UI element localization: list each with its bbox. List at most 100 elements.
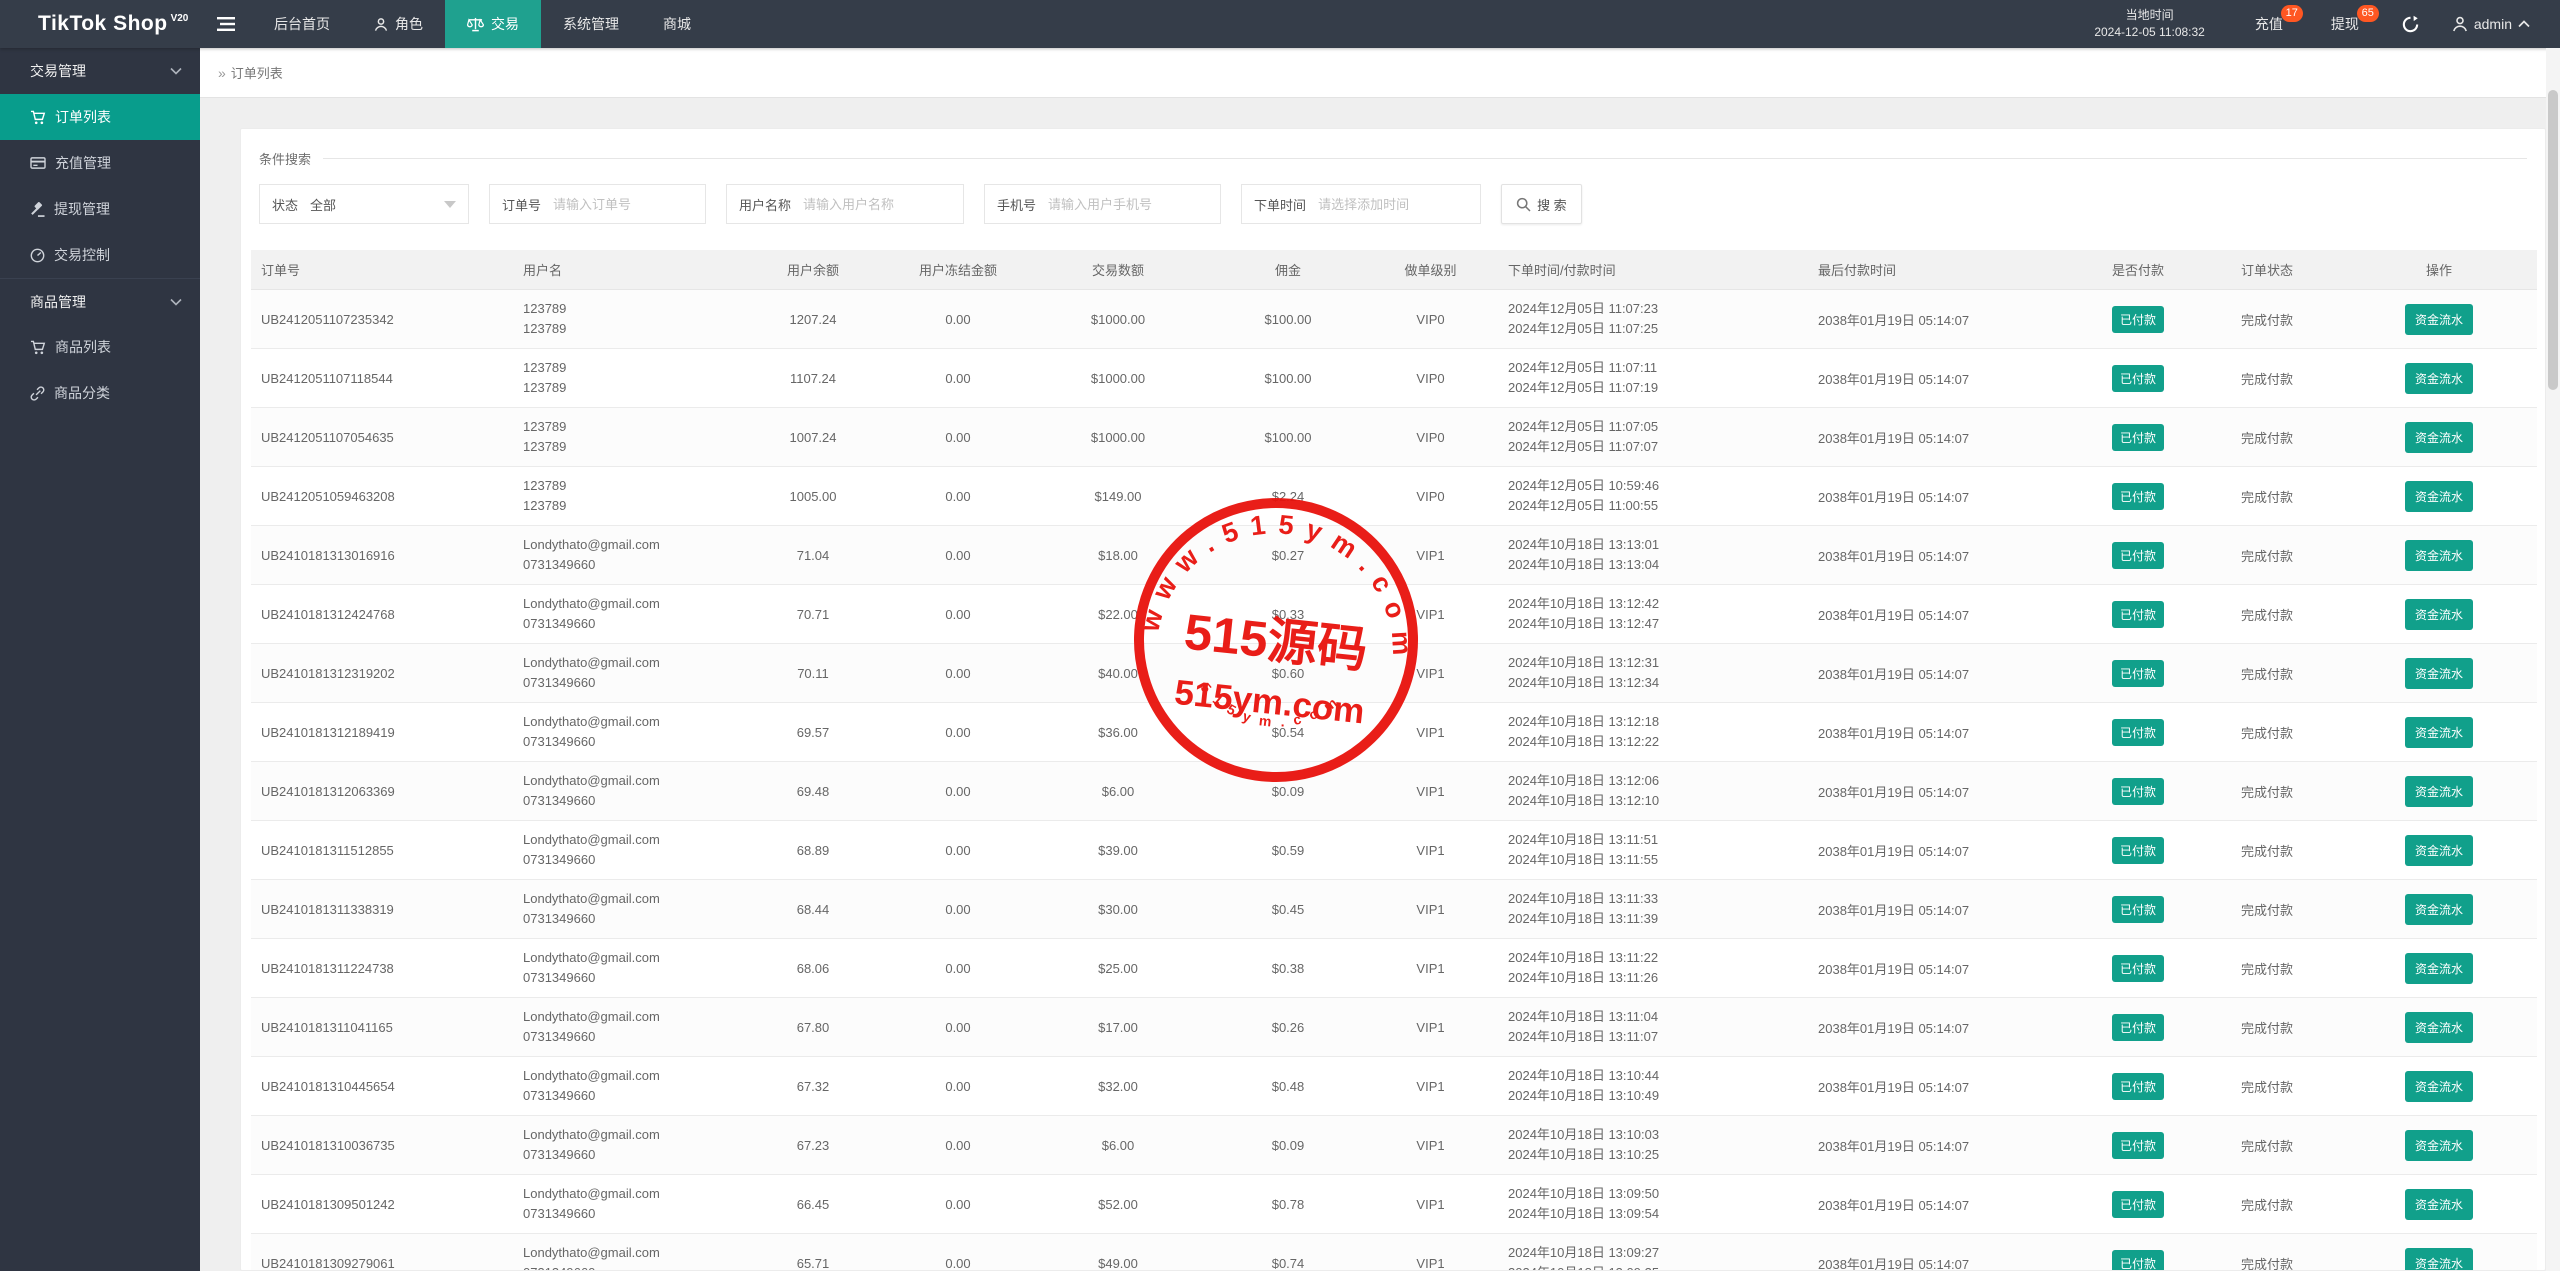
top-nav-item-5[interactable]: 商城 <box>641 0 713 48</box>
fund-flow-button[interactable]: 资金流水 <box>2404 539 2473 571</box>
cart-icon <box>30 110 46 125</box>
cell-commission: $0.27 <box>1213 525 1363 585</box>
cell-order-no: UB2410181311224738 <box>251 938 513 998</box>
cell-user-name: Londythato@gmail.com 0731349660 <box>513 997 733 1057</box>
user-name-line1: Londythato@gmail.com <box>523 1186 660 1201</box>
fund-flow-button[interactable]: 资金流水 <box>2404 1129 2473 1161</box>
chevron-down-icon <box>444 200 456 208</box>
table-row: UB2410181312189419 Londythato@gmail.com 07… <box>251 702 2537 762</box>
user-name-line2: 0731349660 <box>523 852 596 867</box>
vertical-scrollbar[interactable] <box>2546 48 2560 1271</box>
pay-time: 2024年10月18日 13:09:35 <box>1508 1263 1798 1270</box>
top-nav-item-1[interactable]: 后台首页 <box>252 0 352 48</box>
cell-commission: $0.60 <box>1213 643 1363 703</box>
cell-balance: 67.32 <box>733 1056 893 1116</box>
cell-order-no: UB2410181312189419 <box>251 702 513 762</box>
user-menu[interactable]: admin <box>2438 0 2560 48</box>
cell-last-pay-time: 2038年01月19日 05:14:07 <box>1808 1233 2083 1270</box>
recharge-button[interactable]: 充值 17 <box>2231 0 2307 48</box>
sidebar-item-商品分类[interactable]: 商品分类 <box>0 370 200 416</box>
search-section-legend: 条件搜索 <box>251 149 2535 168</box>
fund-flow-button[interactable]: 资金流水 <box>2404 834 2473 866</box>
pay-time: 2024年10月18日 13:10:25 <box>1508 1147 1660 1162</box>
cell-trade-amount: $22.00 <box>1023 584 1213 644</box>
status-label: 状态 <box>272 197 299 213</box>
cell-action: 资金流水 <box>2341 1115 2537 1175</box>
sidebar-item-label: 提现管理 <box>54 201 110 217</box>
fund-flow-button[interactable]: 资金流水 <box>2404 303 2473 335</box>
cell-vip-level: VIP0 <box>1363 466 1498 526</box>
header-row: 订单号 用户名 用户余额 用户冻结金额 交易数额 佣金 做单级别 下单时间/付款时间 最后付款时… <box>251 250 2537 290</box>
cell-vip-level: VIP1 <box>1363 643 1498 703</box>
sidebar-item-订单列表[interactable]: 订单列表 <box>0 94 200 140</box>
sidebar-group-2[interactable]: 商品管理 <box>0 278 200 324</box>
cell-frozen-amount: 0.00 <box>893 525 1023 585</box>
cell-balance: 70.11 <box>733 643 893 703</box>
user-name-line2: 0731349660 <box>523 616 596 631</box>
user-name-line1: Londythato@gmail.com <box>523 832 660 847</box>
user-name-line1: 123789 <box>523 478 567 493</box>
top-nav-item-2[interactable]: 角色 <box>352 0 445 48</box>
cell-paid-status: 已付款 <box>2083 702 2193 762</box>
cell-frozen-amount: 0.00 <box>893 1056 1023 1116</box>
fund-flow-button[interactable]: 资金流水 <box>2404 1247 2473 1270</box>
sidebar-item-商品列表[interactable]: 商品列表 <box>0 324 200 370</box>
cell-commission: $2.24 <box>1213 466 1363 526</box>
withdraw-button[interactable]: 提现 65 <box>2307 0 2383 48</box>
fund-flow-button[interactable]: 资金流水 <box>2404 893 2473 925</box>
user-name-line1: 123789 <box>523 419 567 434</box>
search-button[interactable]: 搜 索 <box>1501 184 1582 224</box>
fund-flow-button[interactable]: 资金流水 <box>2404 1188 2473 1220</box>
cell-action: 资金流水 <box>2341 407 2537 467</box>
user-name-line1: Londythato@gmail.com <box>523 891 660 906</box>
fund-flow-button[interactable]: 资金流水 <box>2404 716 2473 748</box>
user-name-input[interactable] <box>803 196 952 212</box>
fund-flow-button[interactable]: 资金流水 <box>2404 480 2473 512</box>
user-icon <box>2452 16 2467 32</box>
fund-flow-button[interactable]: 资金流水 <box>2404 657 2473 689</box>
cell-order-no: UB2410181309279061 <box>251 1233 513 1270</box>
cell-last-pay-time: 2038年01月19日 05:14:07 <box>1808 1115 2083 1175</box>
sidebar-item-交易控制[interactable]: 交易控制 <box>0 232 200 278</box>
fund-flow-button[interactable]: 资金流水 <box>2404 598 2473 630</box>
order-time-input[interactable] <box>1318 196 1469 212</box>
sidebar-group-1[interactable]: 交易管理 <box>0 48 200 94</box>
sidebar-item-提现管理[interactable]: 提现管理 <box>0 186 200 232</box>
order-time: 2024年10月18日 13:13:01 <box>1508 537 1660 552</box>
local-time-value: 2024-12-05 11:08:32 <box>2094 25 2205 39</box>
fund-flow-button[interactable]: 资金流水 <box>2404 362 2473 394</box>
sidebar-item-充值管理[interactable]: 充值管理 <box>0 140 200 186</box>
top-nav-item-3[interactable]: 交易 <box>445 0 541 48</box>
sidebar-item-label: 商品分类 <box>54 385 110 401</box>
phone-filter: 手机号 <box>984 184 1222 224</box>
column-header-5: 交易数额 <box>1023 250 1213 290</box>
hamburger-menu-button[interactable] <box>200 0 252 48</box>
app-logo-version: V20 <box>170 12 189 24</box>
fund-flow-button[interactable]: 资金流水 <box>2404 1070 2473 1102</box>
fund-flow-button[interactable]: 资金流水 <box>2404 1011 2473 1043</box>
top-nav-item-4[interactable]: 系统管理 <box>541 0 641 48</box>
order-no-input[interactable] <box>553 196 694 212</box>
cell-user-name: Londythato@gmail.com 0731349660 <box>513 1115 733 1175</box>
fund-flow-button[interactable]: 资金流水 <box>2404 952 2473 984</box>
user-name-line2: 0731349660 <box>523 1088 596 1103</box>
refresh-button[interactable] <box>2383 0 2438 48</box>
gavel-icon <box>30 201 45 217</box>
cell-order-status: 完成付款 <box>2193 289 2341 349</box>
cell-paid-status: 已付款 <box>2083 1056 2193 1116</box>
paid-badge: 已付款 <box>2111 305 2164 333</box>
search-button-label: 搜 索 <box>1537 197 1567 213</box>
table-row: UB2410181313016916 Londythato@gmail.com 07… <box>251 525 2537 585</box>
cell-frozen-amount: 0.00 <box>893 348 1023 408</box>
pay-time: 2024年10月18日 13:11:55 <box>1508 852 1659 867</box>
fund-flow-button[interactable]: 资金流水 <box>2404 775 2473 807</box>
cell-order-time: 2024年10月18日 13:12:42 2024年10月18日 13:12:47 <box>1498 584 1808 644</box>
cell-last-pay-time: 2038年01月19日 05:14:07 <box>1808 702 2083 762</box>
fund-flow-button[interactable]: 资金流水 <box>2404 421 2473 453</box>
scrollbar-thumb[interactable] <box>2548 90 2558 390</box>
card-icon <box>30 156 46 170</box>
cell-balance: 70.71 <box>733 584 893 644</box>
phone-input[interactable] <box>1048 196 1209 212</box>
status-select[interactable]: 状态 全部 <box>259 184 469 224</box>
cell-user-name: Londythato@gmail.com 0731349660 <box>513 761 733 821</box>
